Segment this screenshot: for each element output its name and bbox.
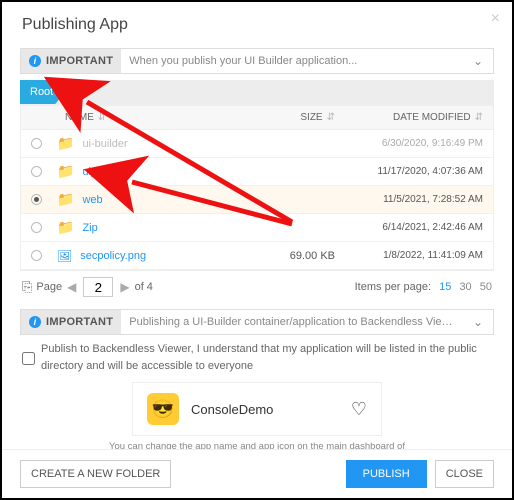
folder-icon: 📁 [57, 191, 74, 208]
folder-icon: 📁 [57, 219, 74, 236]
close-icon[interactable]: × [491, 10, 500, 28]
row-size: 69.00 KB [253, 250, 343, 262]
row-date: 11/17/2020, 4:07:36 AM [343, 166, 493, 177]
alert-badge: i IMPORTANT [21, 49, 121, 73]
publish-checkbox[interactable] [22, 343, 35, 374]
pager-input[interactable] [83, 277, 113, 297]
pager-next[interactable]: ▶ [115, 280, 134, 294]
pager-label: Page [36, 281, 62, 293]
create-folder-button[interactable]: CREATE A NEW FOLDER [20, 460, 171, 488]
footer: CREATE A NEW FOLDER PUBLISH CLOSE [2, 449, 512, 498]
file-icon: 🖼 [57, 249, 72, 263]
folder-icon: 📁 [57, 135, 74, 152]
file-grid: NAME⇵ SIZE⇵ DATE MODIFIED⇵ 📁 ui-builder 6… [20, 104, 494, 271]
row-date: 6/14/2021, 2:42:46 AM [343, 222, 493, 233]
row-radio[interactable] [21, 166, 51, 177]
ipp-15[interactable]: 15 [439, 281, 451, 293]
folder-icon: 📁 [57, 163, 74, 180]
col-name[interactable]: NAME⇵ [51, 106, 253, 129]
alert-mid[interactable]: i IMPORTANT Publishing a UI-Builder cont… [20, 309, 494, 335]
pager-prev[interactable]: ◀ [62, 280, 81, 294]
publish-button[interactable]: PUBLISH [346, 460, 427, 488]
app-name: ConsoleDemo [191, 402, 339, 417]
row-date: 1/8/2022, 11:41:09 AM [343, 250, 493, 261]
col-size[interactable]: SIZE⇵ [253, 106, 343, 129]
table-row[interactable]: 📁 web 11/5/2021, 7:28:52 AM [21, 186, 493, 214]
items-per-page: Items per page: 15 30 50 [355, 281, 492, 293]
info-icon: i [29, 316, 41, 328]
chevron-down-icon[interactable]: ⌄ [463, 54, 493, 68]
alert-top[interactable]: i IMPORTANT When you publish your UI Bui… [20, 48, 494, 74]
table-row[interactable]: 🖼 secpolicy.png 69.00 KB 1/8/2022, 11:41:… [21, 242, 493, 270]
sort-icon: ⇵ [475, 112, 483, 123]
row-radio[interactable] [21, 138, 51, 149]
row-radio[interactable] [21, 250, 51, 261]
row-name[interactable]: web [82, 194, 102, 206]
alert-badge: i IMPORTANT [21, 310, 121, 334]
row-name[interactable]: secpolicy.png [80, 250, 146, 262]
alert-text: When you publish your UI Builder applica… [121, 55, 463, 67]
app-card: 😎 ConsoleDemo ♡ [132, 382, 382, 436]
row-name[interactable]: Zip [82, 222, 97, 234]
grid-header: NAME⇵ SIZE⇵ DATE MODIFIED⇵ [21, 105, 493, 130]
app-icon: 😎 [147, 393, 179, 425]
close-button[interactable]: CLOSE [435, 460, 494, 488]
alert-text: Publishing a UI-Builder container/applic… [121, 316, 463, 328]
modal-title: Publishing App [2, 2, 512, 44]
row-date: 6/30/2020, 9:16:49 PM [343, 138, 493, 149]
info-icon: i [29, 55, 41, 67]
row-radio[interactable] [21, 222, 51, 233]
ipp-50[interactable]: 50 [480, 281, 492, 293]
table-row[interactable]: 📁 ui_folder 11/17/2020, 4:07:36 AM [21, 158, 493, 186]
row-radio[interactable] [21, 194, 51, 205]
alert-badge-text: IMPORTANT [46, 316, 113, 328]
ipp-30[interactable]: 30 [459, 281, 471, 293]
breadcrumb-bar: Root [20, 80, 494, 104]
publish-consent[interactable]: Publish to Backendless Viewer, I underst… [22, 341, 492, 374]
col-date[interactable]: DATE MODIFIED⇵ [343, 106, 493, 129]
chevron-down-icon[interactable]: ⌄ [463, 315, 493, 329]
row-name[interactable]: ui-builder [82, 138, 127, 150]
row-name[interactable]: ui_folder [82, 166, 124, 178]
favorite-icon[interactable]: ♡ [351, 399, 367, 420]
breadcrumb-root[interactable]: Root [20, 80, 65, 104]
pager: ⎘ Page ◀ ▶ of 4 Items per page: 15 30 50 [20, 273, 494, 301]
row-date: 11/5/2021, 7:28:52 AM [343, 194, 493, 205]
publish-consent-text: Publish to Backendless Viewer, I underst… [41, 341, 492, 374]
alert-badge-text: IMPORTANT [46, 55, 113, 67]
table-row[interactable]: 📁 Zip 6/14/2021, 2:42:46 AM [21, 214, 493, 242]
sort-icon: ⇵ [98, 112, 106, 123]
pager-of: of 4 [135, 281, 153, 293]
sort-icon: ⇵ [327, 112, 335, 123]
table-row[interactable]: 📁 ui-builder 6/30/2020, 9:16:49 PM [21, 130, 493, 158]
pager-icon: ⎘ [22, 279, 32, 295]
